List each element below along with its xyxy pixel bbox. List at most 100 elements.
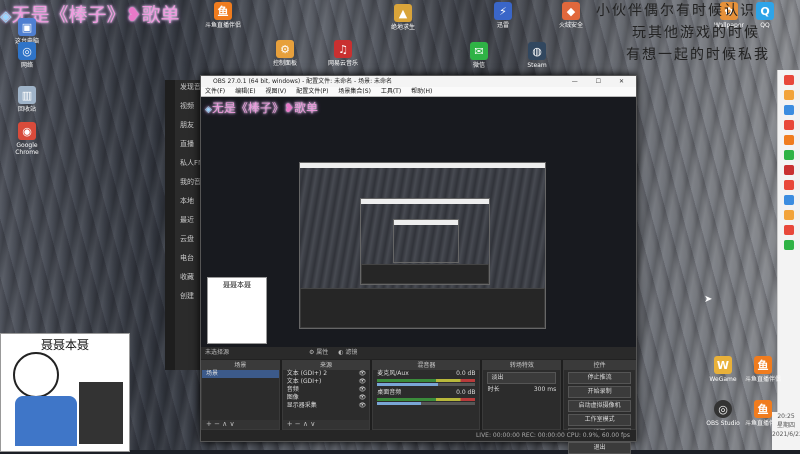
desktop-icon[interactable]: ◍ Steam [514, 42, 560, 69]
control-button[interactable]: 工作室模式 [568, 414, 632, 426]
source-item[interactable]: 图像 👁 [283, 394, 370, 402]
tray-app-icon[interactable] [784, 105, 794, 115]
tray-app-icon[interactable] [784, 120, 794, 130]
gear-icon[interactable]: ⚙ [309, 349, 314, 356]
app-icon: ◎ [18, 42, 36, 60]
mixer-channel-label: 麦克风/Aux 0.0 dB [373, 370, 479, 378]
tray-app-icon[interactable] [784, 165, 794, 175]
menu-tools[interactable]: 工具(T) [381, 88, 401, 95]
desktop-icon[interactable]: ⚙ 控制面板 [262, 40, 308, 67]
desktop-icon[interactable]: ▣这台电脑 [4, 18, 50, 45]
controls-title: 控件 [564, 361, 636, 370]
mixer-channels: 麦克风/Aux 0.0 dB 桌面音频 0.0 dB [373, 370, 479, 405]
nested-preview-1 [299, 162, 546, 329]
preview-banner: ◈无是《棒子》❥歌单 [205, 99, 318, 116]
volume-fader[interactable] [377, 402, 476, 405]
source-label: 文本 (GDI+) 2 [286, 370, 328, 377]
menu-profile[interactable]: 配置文件(P) [296, 88, 328, 95]
scenes-title: 场景 [202, 361, 279, 370]
tray-app-icon[interactable] [784, 135, 794, 145]
volume-fader[interactable] [377, 383, 476, 386]
channel-db: 0.0 dB [456, 389, 476, 396]
desktop-icon[interactable]: ⚡ 迅雷 [480, 2, 526, 29]
eye-icon[interactable]: 👁 [359, 378, 367, 386]
source-label: 音频 [286, 386, 299, 393]
desktop-icon-douyu[interactable]: 鱼 斗鱼直播伴侣 [740, 356, 786, 383]
source-item[interactable]: 文本 (GDI+) 👁 [283, 378, 370, 386]
tray-app-icon[interactable] [784, 195, 794, 205]
fader-fill [377, 383, 439, 386]
tray-app-icon[interactable] [784, 150, 794, 160]
menu-file[interactable]: 文件(F) [205, 88, 225, 95]
control-button[interactable]: 停止推流 [568, 372, 632, 384]
source-item[interactable]: 音频 👁 [283, 386, 370, 394]
tray-app-icon[interactable] [784, 240, 794, 250]
avatar-caption: 聂聂本聂 [223, 281, 251, 289]
obs-menubar: 文件(F) 编辑(E) 视图(V) 配置文件(P) 场景集合(S) 工具(T) … [201, 87, 636, 97]
menu-scene-collection[interactable]: 场景集合(S) [338, 88, 371, 95]
tray-app-icon[interactable] [784, 210, 794, 220]
scene-item[interactable]: 场景 [202, 370, 279, 378]
sources-footer[interactable]: + − ∧ ∨ [282, 420, 370, 429]
window-controls[interactable]: — ☐ ✕ [572, 76, 632, 87]
source-item[interactable]: 文本 (GDI+) 2 👁 [283, 370, 370, 378]
poem-line: 有想一起的时候私我 [626, 47, 770, 63]
preview-avatar: 聂聂本聂 [207, 277, 267, 344]
tray-app-icon[interactable] [784, 180, 794, 190]
source-item[interactable]: 显示器采集 👁 [283, 402, 370, 410]
control-button[interactable]: 退出 [568, 442, 632, 454]
avatar-face [13, 352, 59, 398]
tray-app-icon[interactable] [784, 225, 794, 235]
desktop-icon[interactable]: ◉ Google Chrome [4, 122, 50, 156]
app-icon: ◍ [528, 42, 546, 60]
menu-help[interactable]: 帮助(H) [411, 88, 432, 95]
poem-line: 玩其他游戏的时候 [632, 25, 760, 41]
mouse-cursor-icon: ➤ [704, 294, 713, 305]
desktop-icon[interactable]: ◆ 火绒安全 [548, 2, 594, 29]
filters-button[interactable]: 滤镜 [345, 349, 357, 356]
mixer-dock: 混音器 麦克风/Aux 0.0 dB 桌面音频 0.0 dB [372, 360, 481, 430]
control-button[interactable]: 开始录制 [568, 386, 632, 398]
scenes-footer[interactable]: + − ∧ ∨ [202, 420, 279, 429]
preview-banner-text-2: 歌单 [294, 101, 319, 115]
obs-preview[interactable]: ◈无是《棒子》❥歌单 聂聂本聂 [201, 97, 636, 347]
diamond-icon: ◈ [205, 105, 212, 115]
right-icon-strip [777, 70, 800, 450]
avatar-body [15, 396, 77, 446]
desktop-icon[interactable]: 鱼斗鱼直播伴侣 [200, 2, 246, 29]
desktop-icon[interactable]: ♫ 网易云音乐 [320, 40, 366, 67]
sources-title: 来源 [282, 361, 370, 370]
desktop-icon-label: 网易云音乐 [327, 60, 358, 67]
eye-icon[interactable]: 👁 [359, 386, 367, 394]
banner-text-2: 歌单 [141, 4, 180, 26]
source-label: 图像 [286, 394, 299, 401]
filter-icon[interactable]: ◐ [338, 349, 343, 356]
app-icon: ♫ [334, 40, 352, 58]
controls-buttons: 停止推流开始录制启动虚拟摄像机工作室模式设置退出 [564, 372, 635, 454]
nested-titlebar [300, 163, 545, 168]
menu-view[interactable]: 视图(V) [265, 88, 286, 95]
desktop-icon[interactable]: ✉ 微信 [456, 42, 502, 69]
eye-icon[interactable]: 👁 [359, 402, 367, 410]
menu-edit[interactable]: 编辑(E) [235, 88, 255, 95]
nested-preview-3 [393, 219, 459, 263]
volume-meter [377, 379, 476, 382]
sources-list: 文本 (GDI+) 2 👁 文本 (GDI+) 👁 音频 👁 图像 👁 显示器采集 👁 [283, 370, 370, 410]
tray-app-icon[interactable] [784, 75, 794, 85]
desktop-icon[interactable]: ▲ 绝地求生 [380, 4, 426, 31]
tray-app-icon[interactable] [784, 90, 794, 100]
properties-button[interactable]: 属性 [316, 349, 328, 356]
control-button[interactable]: 启动虚拟摄像机 [568, 400, 632, 412]
preview-banner-text: 无是《棒子》 [211, 101, 284, 115]
transitions-title: 转场特效 [483, 361, 561, 370]
obs-titlebar[interactable]: OBS 27.0.1 (64 bit, windows) - 配置文件: 未命名… [201, 76, 636, 87]
eye-icon[interactable]: 👁 [359, 394, 367, 402]
desktop-icon[interactable]: ▥ 回收站 [4, 86, 50, 113]
desktop-icon[interactable]: ◎ 网络 [4, 42, 50, 69]
eye-icon[interactable]: 👁 [359, 370, 367, 378]
transition-select[interactable]: 淡出 [487, 372, 557, 384]
app-icon: ▲ [394, 4, 412, 22]
duration-value[interactable]: 300 ms [534, 386, 556, 394]
obs-window[interactable]: OBS 27.0.1 (64 bit, windows) - 配置文件: 未命名… [200, 75, 637, 454]
douyu-icon: 鱼 [754, 400, 772, 418]
